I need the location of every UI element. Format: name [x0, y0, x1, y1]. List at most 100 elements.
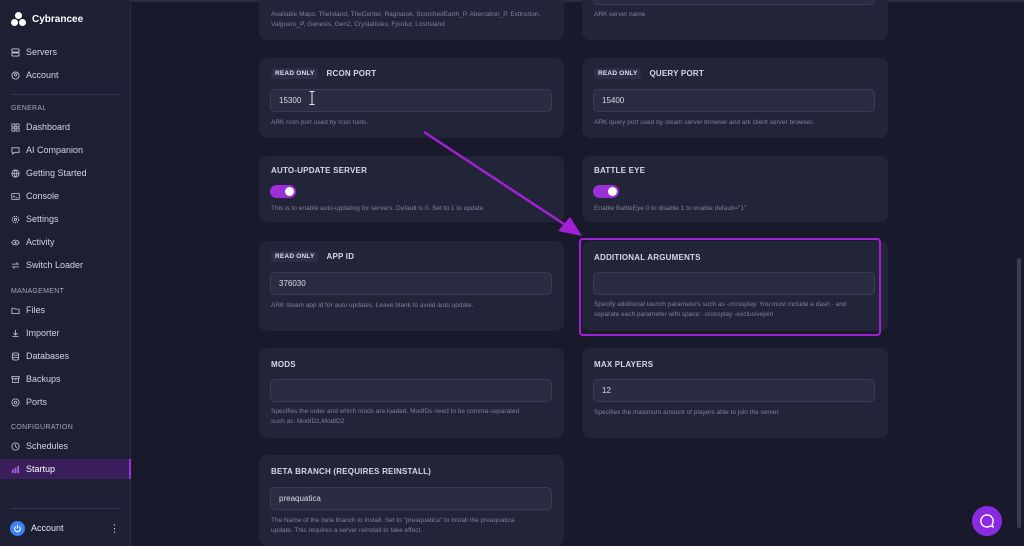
- card-battle-eye: BATTLE EYE Enable BattleEye 0 to disable…: [582, 156, 888, 222]
- sidebar-item-dashboard[interactable]: Dashboard: [0, 117, 131, 137]
- auto-update-toggle[interactable]: [270, 185, 296, 198]
- sidebar-item-label: Importer: [26, 328, 60, 338]
- gear-icon: [11, 215, 20, 223]
- mods-hint-1: Specifies the order and which mods are l…: [271, 408, 520, 415]
- sidebar-item-console[interactable]: Console: [0, 186, 131, 206]
- beta-branch-title: BETA BRANCH (REQUIRES REINSTALL): [271, 467, 432, 476]
- sidebar-item-startup[interactable]: Startup: [0, 459, 131, 479]
- query-port-title: READ ONLY QUERY PORT: [594, 68, 704, 79]
- sidebar: Cybrancee Servers Account GENERAL Dashbo…: [0, 0, 131, 546]
- sidebar-item-label: Startup: [26, 464, 56, 474]
- sidebar-item-label: Activity: [26, 237, 55, 247]
- terminal-icon: [11, 192, 20, 200]
- sidebar-item-databases[interactable]: Databases: [0, 346, 131, 366]
- globe-icon: [11, 168, 20, 178]
- rcon-port-label: RCON PORT: [326, 69, 377, 78]
- power-icon: [10, 520, 25, 536]
- sidebar-item-label: Servers: [26, 47, 58, 57]
- sidebar-item-label: Account: [26, 70, 59, 80]
- query-port-input[interactable]: 15400: [593, 89, 875, 112]
- beta-branch-hint-2: update. This requires a server reinstall…: [271, 527, 423, 534]
- chat-icon: [11, 146, 20, 155]
- read-only-badge: READ ONLY: [594, 68, 642, 79]
- brand-name: Cybrancee: [32, 14, 84, 25]
- swap-icon: [11, 261, 20, 269]
- text-cursor-icon: [309, 91, 315, 105]
- max-players-title: MAX PLAYERS: [594, 360, 654, 369]
- query-port-label: QUERY PORT: [649, 69, 704, 78]
- sidebar-item-label: Files: [26, 305, 46, 315]
- user-circle-icon: [11, 70, 20, 80]
- card-mods: MODS Specifies the order and which mods …: [259, 348, 564, 438]
- beta-branch-input[interactable]: preaquatica: [270, 487, 552, 510]
- card-beta-branch: BETA BRANCH (REQUIRES REINSTALL) preaqua…: [259, 455, 564, 546]
- battle-eye-toggle[interactable]: [593, 185, 619, 198]
- sidebar-item-label: Ports: [26, 397, 48, 407]
- auto-update-title: AUTO-UPDATE SERVER: [271, 166, 368, 175]
- app-id-title: READ ONLY APP ID: [271, 251, 354, 262]
- divider: [11, 508, 120, 509]
- max-players-hint: Specifies the maximum amount of players …: [594, 409, 781, 416]
- brand[interactable]: Cybrancee: [11, 12, 83, 27]
- sidebar-item-files[interactable]: Files: [0, 300, 131, 320]
- sidebar-item-label: Dashboard: [26, 122, 71, 132]
- beta-branch-hint-1: The Name of the beta branch to install. …: [271, 517, 515, 524]
- read-only-badge: READ ONLY: [271, 251, 319, 262]
- eye-icon: [11, 239, 20, 245]
- max-players-input[interactable]: 12: [593, 379, 875, 402]
- read-only-badge: READ ONLY: [271, 68, 319, 79]
- annotation-arrow: [423, 130, 582, 236]
- startup-icon: [11, 465, 20, 473]
- sidebar-item-ports[interactable]: Ports: [0, 392, 131, 412]
- map-hint: Available Maps: TheIsland, TheCenter, Ra…: [271, 11, 541, 28]
- sidebar-item-servers[interactable]: Servers: [0, 42, 131, 62]
- app-id-hint: ARK steam app id for auto updates. Leave…: [271, 302, 474, 309]
- chat-support-button[interactable]: [972, 506, 1002, 536]
- server-icon: [11, 47, 20, 57]
- card-query-port: READ ONLY QUERY PORT 15400 ARK query por…: [582, 58, 888, 138]
- rcon-port-title: READ ONLY RCON PORT: [271, 68, 376, 79]
- scrollbar[interactable]: [1017, 258, 1021, 528]
- sidebar-item-label: Backups: [26, 374, 61, 384]
- folder-icon: [11, 307, 20, 314]
- database-icon: [11, 351, 20, 360]
- server-name-hint: ARK server name: [594, 11, 646, 18]
- download-icon: [12, 329, 19, 337]
- rcon-port-hint: ARK rcon port used by rcon tools.: [271, 119, 369, 126]
- mods-title: MODS: [271, 360, 296, 369]
- clock-icon: [11, 441, 20, 451]
- archive-icon: [11, 375, 20, 383]
- sidebar-item-label: Schedules: [26, 441, 69, 451]
- section-label-configuration: CONFIGURATION: [11, 424, 74, 431]
- sidebar-item-activity[interactable]: Activity: [0, 232, 131, 252]
- sidebar-item-switch-loader[interactable]: Switch Loader: [0, 255, 131, 275]
- divider: [11, 94, 120, 95]
- network-icon: [11, 397, 20, 407]
- account-menu[interactable]: Account ⋮: [10, 518, 120, 538]
- account-label: Account: [31, 523, 64, 533]
- sidebar-item-label: Settings: [26, 214, 59, 224]
- app-id-input[interactable]: 376030: [270, 272, 552, 295]
- sidebar-item-schedules[interactable]: Schedules: [0, 436, 131, 456]
- battle-eye-title: BATTLE EYE: [594, 166, 646, 175]
- card-max-players: MAX PLAYERS 12 Specifies the maximum amo…: [582, 348, 888, 438]
- chat-bubble-icon: [980, 514, 995, 528]
- sidebar-item-ai-companion[interactable]: AI Companion: [0, 140, 131, 160]
- sidebar-item-label: Getting Started: [26, 168, 87, 178]
- highlight-box: [579, 238, 881, 336]
- more-options-icon[interactable]: ⋮: [109, 522, 120, 535]
- sidebar-item-getting-started[interactable]: Getting Started: [0, 163, 131, 183]
- sidebar-item-label: Console: [26, 191, 60, 201]
- sidebar-item-importer[interactable]: Importer: [0, 323, 131, 343]
- grid-icon: [11, 122, 20, 132]
- mods-input[interactable]: [270, 379, 552, 402]
- card-server-name: ARK server name: [582, 0, 888, 40]
- sidebar-item-account[interactable]: Account: [0, 65, 131, 85]
- card-map: Available Maps: TheIsland, TheCenter, Ra…: [259, 0, 564, 40]
- sidebar-item-backups[interactable]: Backups: [0, 369, 131, 389]
- battle-eye-hint: Enable BattleEye 0 to disable 1 to enabl…: [594, 205, 747, 212]
- sidebar-item-settings[interactable]: Settings: [0, 209, 131, 229]
- server-name-input[interactable]: [593, 0, 875, 5]
- sidebar-item-label: AI Companion: [26, 145, 84, 155]
- section-label-general: GENERAL: [11, 105, 47, 112]
